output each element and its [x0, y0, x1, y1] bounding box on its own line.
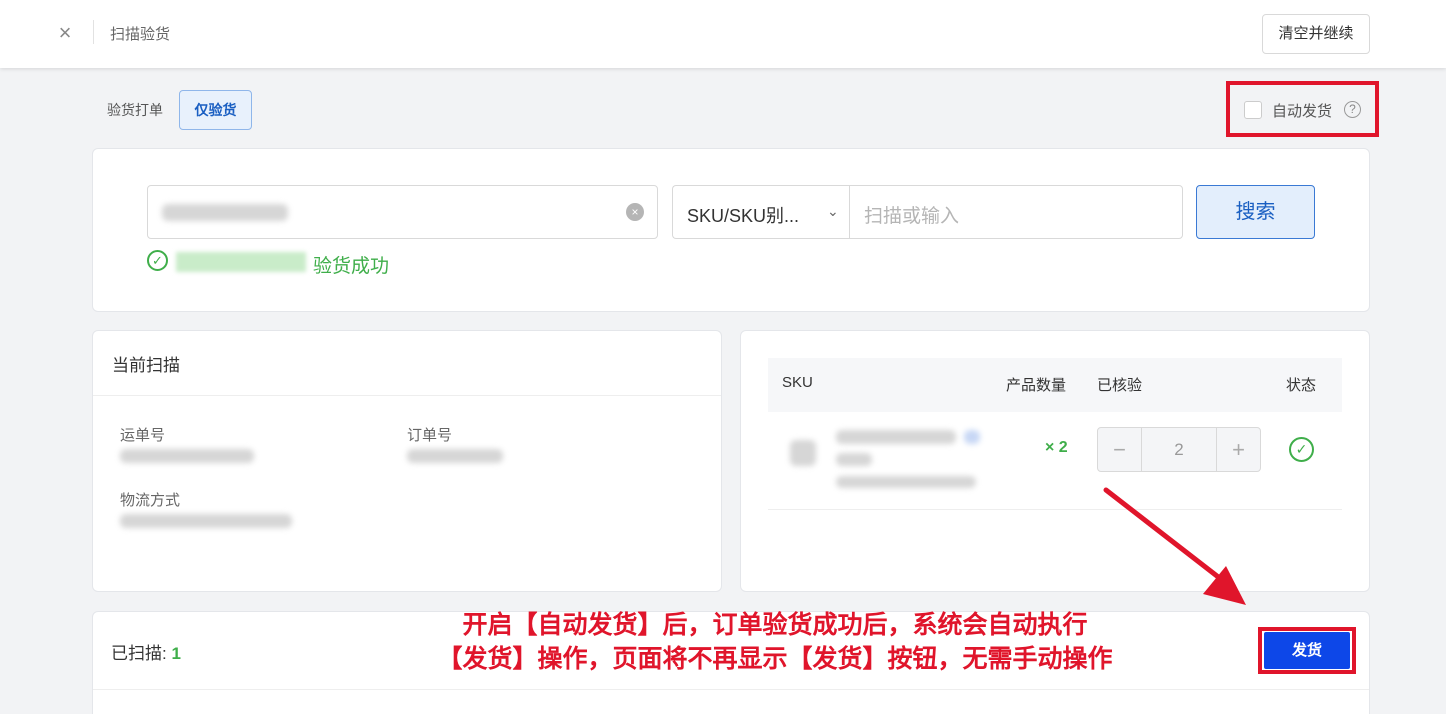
- current-scan-title: 当前扫描: [112, 356, 180, 375]
- verified-quantity-stepper[interactable]: − 2 +: [1097, 427, 1261, 472]
- minus-icon[interactable]: −: [1098, 428, 1142, 471]
- page-title: 扫描验货: [110, 26, 171, 43]
- mode-option-scan-print[interactable]: 验货打单: [107, 100, 163, 120]
- blurred-text: [836, 476, 976, 488]
- blurred-text: [964, 430, 980, 444]
- auto-ship-label[interactable]: 自动发货: [1272, 100, 1332, 121]
- blurred-text: [407, 449, 503, 463]
- scan-input[interactable]: 扫描或输入: [849, 185, 1183, 239]
- check-circle-icon: ✓: [1289, 437, 1314, 462]
- clear-input-icon[interactable]: ×: [626, 203, 644, 221]
- search-button[interactable]: 搜索: [1196, 185, 1315, 239]
- column-header-quantity: 产品数量: [1006, 377, 1067, 394]
- blurred-tracking-number: [176, 252, 306, 272]
- column-header-sku: SKU: [782, 374, 813, 391]
- auto-ship-checkbox[interactable]: [1244, 101, 1262, 119]
- tracking-label: 运单号: [120, 427, 166, 444]
- chevron-down-icon: ⌄: [827, 203, 839, 219]
- scanned-count-label: 已扫描: 1: [111, 639, 181, 664]
- blurred-text: [836, 453, 872, 466]
- annotation-text: 开启【自动发货】后，订单验货成功后，系统会自动执行 【发货】操作，页面将不再显示…: [410, 608, 1140, 676]
- plus-icon[interactable]: +: [1216, 428, 1260, 471]
- scan-input-placeholder: 扫描或输入: [864, 206, 960, 227]
- annotation-line-1: 开启【自动发货】后，订单验货成功后，系统会自动执行: [462, 611, 1088, 639]
- column-header-verified: 已核验: [1097, 377, 1143, 394]
- top-bar: × 扫描验货 清空并继续: [0, 0, 1446, 68]
- divider: [93, 689, 1369, 690]
- logistics-label: 物流方式: [120, 492, 181, 509]
- divider: [93, 20, 94, 44]
- column-header-status: 状态: [1286, 377, 1317, 394]
- close-icon[interactable]: ×: [54, 22, 76, 44]
- scanned-label-text: 已扫描:: [111, 644, 167, 663]
- blurred-text: [162, 204, 288, 221]
- order-label: 订单号: [407, 427, 453, 444]
- annotation-line-2: 【发货】操作，页面将不再显示【发货】按钮，无需手动操作: [437, 645, 1113, 673]
- blurred-text: [836, 430, 956, 444]
- product-quantity: × 2: [1045, 439, 1068, 456]
- mode-option-verify-only[interactable]: 仅验货: [179, 90, 252, 130]
- blurred-text: [120, 449, 254, 463]
- clear-continue-button[interactable]: 清空并继续: [1262, 14, 1370, 54]
- verified-quantity-value[interactable]: 2: [1142, 428, 1216, 471]
- row-divider: [768, 509, 1342, 510]
- current-scan-header: 当前扫描: [93, 331, 721, 396]
- tracking-number-input[interactable]: [147, 185, 658, 239]
- scanned-count-value: 1: [171, 644, 181, 663]
- ship-button[interactable]: 发货: [1264, 632, 1350, 669]
- verify-success-text: 验货成功: [313, 256, 390, 277]
- check-circle-icon: ✓: [147, 250, 168, 271]
- blurred-text: [120, 514, 292, 528]
- question-circle-icon[interactable]: ?: [1344, 101, 1361, 118]
- product-thumbnail: [790, 440, 816, 466]
- sku-type-select[interactable]: SKU/SKU别... ⌄: [672, 185, 850, 239]
- sku-select-value: SKU/SKU别...: [687, 206, 800, 226]
